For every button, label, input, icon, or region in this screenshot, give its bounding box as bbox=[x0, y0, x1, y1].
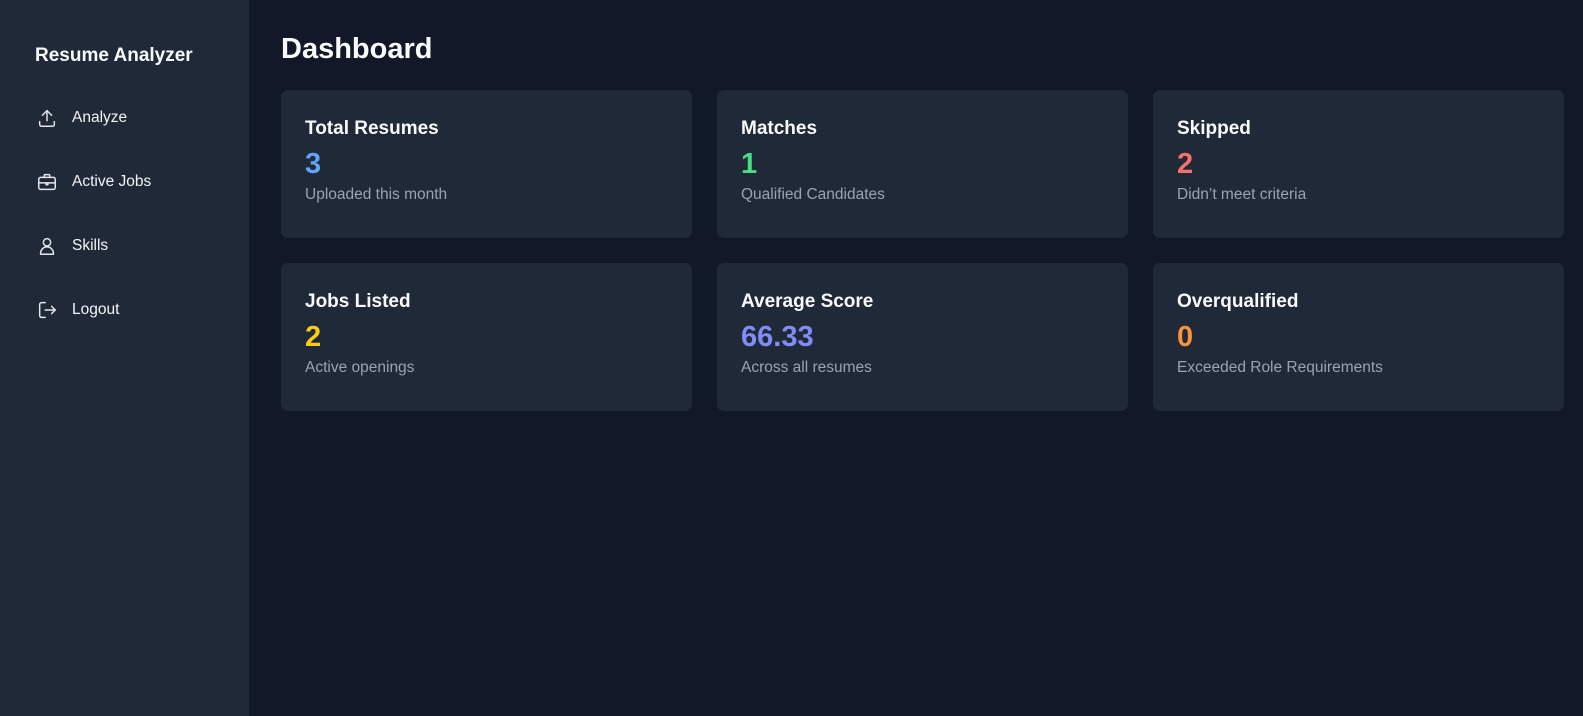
stat-card-matches: Matches 1 Qualified Candidates bbox=[717, 90, 1128, 238]
stat-card-skipped: Skipped 2 Didn’t meet criteria bbox=[1153, 90, 1564, 238]
stat-card-subtitle: Didn’t meet criteria bbox=[1177, 186, 1307, 203]
stat-card-title: Total Resumes bbox=[305, 118, 439, 139]
stat-card-title: Matches bbox=[741, 118, 818, 139]
sidebar-item-label: Skills bbox=[72, 237, 109, 254]
user-icon bbox=[36, 235, 58, 257]
stat-card-title: Overqualified bbox=[1177, 291, 1299, 312]
main-content: Dashboard Total Resumes 3 Uploaded this … bbox=[249, 0, 1583, 716]
briefcase-icon bbox=[36, 171, 58, 193]
sidebar-item-logout[interactable]: Logout bbox=[0, 298, 249, 322]
stat-card-average-score: Average Score 66.33 Across all resumes bbox=[717, 263, 1128, 411]
stat-card-value: 3 bbox=[305, 148, 322, 180]
logout-icon bbox=[36, 299, 58, 321]
sidebar-item-label: Logout bbox=[72, 301, 120, 318]
stat-card-value: 66.33 bbox=[741, 321, 814, 353]
upload-icon bbox=[36, 107, 58, 129]
app-brand: Resume Analyzer bbox=[35, 45, 193, 66]
stat-card-value: 2 bbox=[1177, 148, 1194, 180]
stat-card-title: Average Score bbox=[741, 291, 874, 312]
sidebar-item-label: Analyze bbox=[72, 109, 128, 126]
sidebar-item-analyze[interactable]: Analyze bbox=[0, 106, 249, 130]
stat-card-value: 2 bbox=[305, 321, 322, 353]
sidebar-item-active-jobs[interactable]: Active Jobs bbox=[0, 170, 249, 194]
sidebar-item-skills[interactable]: Skills bbox=[0, 234, 249, 258]
stat-card-jobs-listed: Jobs Listed 2 Active openings bbox=[281, 263, 692, 411]
stat-card-subtitle: Exceeded Role Requirements bbox=[1177, 359, 1383, 376]
sidebar-item-label: Active Jobs bbox=[72, 173, 152, 190]
stat-card-value: 0 bbox=[1177, 321, 1194, 353]
stat-card-subtitle: Qualified Candidates bbox=[741, 186, 885, 203]
sidebar-nav: Analyze Active Jobs Skills Logout bbox=[0, 106, 249, 322]
stat-card-title: Jobs Listed bbox=[305, 291, 411, 312]
stat-card-total-resumes: Total Resumes 3 Uploaded this month bbox=[281, 90, 692, 238]
stat-card-overqualified: Overqualified 0 Exceeded Role Requiremen… bbox=[1153, 263, 1564, 411]
stat-card-value: 1 bbox=[741, 148, 758, 180]
page-title: Dashboard bbox=[281, 33, 433, 65]
stat-card-subtitle: Across all resumes bbox=[741, 359, 872, 376]
stat-card-title: Skipped bbox=[1177, 118, 1251, 139]
stat-card-subtitle: Uploaded this month bbox=[305, 186, 448, 203]
app-window: Resume Analyzer Analyze Active Jobs Skil… bbox=[0, 0, 1583, 716]
stats-grid: Total Resumes 3 Uploaded this month Matc… bbox=[281, 90, 1583, 411]
sidebar: Resume Analyzer Analyze Active Jobs Skil… bbox=[0, 0, 249, 716]
stat-card-subtitle: Active openings bbox=[305, 359, 415, 376]
